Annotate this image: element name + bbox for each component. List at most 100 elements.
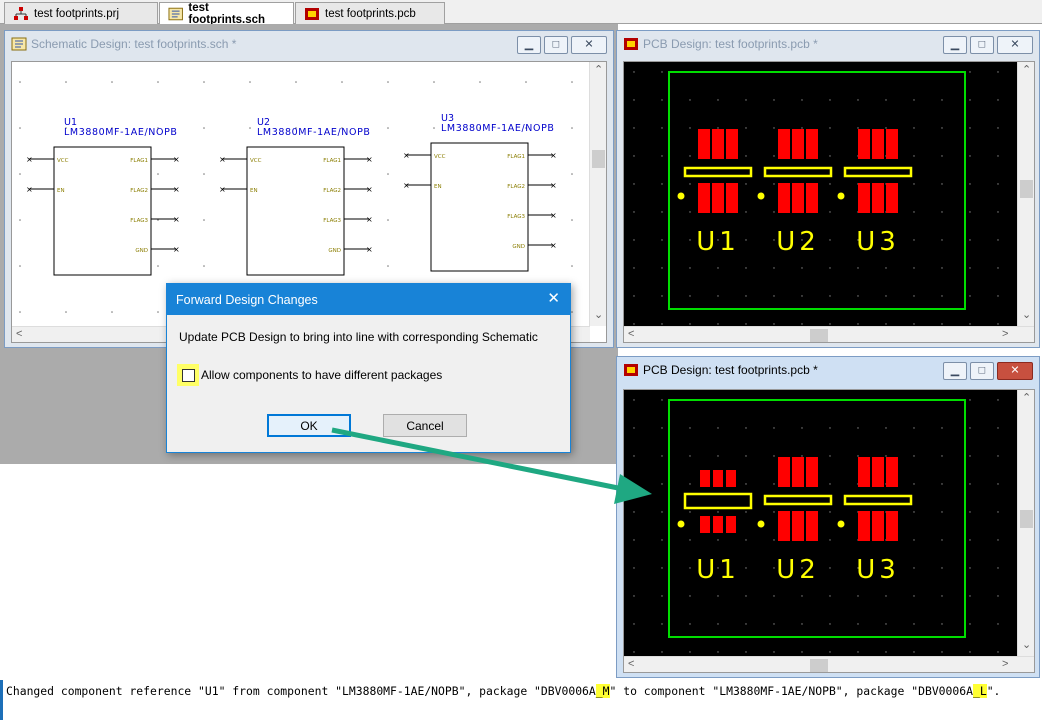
grid-dot [941,295,943,297]
grid-dot [801,99,803,101]
grid-dot [773,155,775,157]
grid-dot [661,295,663,297]
grid-dot [829,127,831,129]
grid-dot [913,427,915,429]
grid-dot [829,267,831,269]
cancel-button[interactable]: Cancel [383,414,467,437]
grid-dot [969,623,971,625]
grid-dot [65,311,67,313]
grid-dot [773,567,775,569]
vertical-scrollbar[interactable]: ⌃ ⌄ [589,62,606,326]
grid-dot [885,323,887,325]
grid-dot [111,311,113,313]
minimize-icon: ▁ [524,38,534,51]
smd-pad [886,457,898,487]
scroll-thumb[interactable] [1020,180,1033,198]
grid-dot [745,267,747,269]
grid-dot [829,239,831,241]
maximize-icon: □ [978,38,986,51]
close-button[interactable]: ✕ [997,36,1033,54]
tab-pcb[interactable]: test footprints.pcb [295,2,445,24]
grid-dot [633,567,635,569]
allow-different-packages-checkbox[interactable]: Allow components to have different packa… [177,364,442,386]
dialog-titlebar[interactable]: Forward Design Changes ✕ [167,284,570,315]
grid-dot [633,483,635,485]
grid-dot [571,127,573,129]
grid-dot [829,323,831,325]
vertical-scrollbar[interactable]: ⌃ ⌄ [1017,62,1034,326]
maximize-button[interactable]: □ [544,36,568,54]
scroll-thumb[interactable] [810,329,828,342]
grid-dot [249,81,251,83]
grid-dot [661,595,663,597]
footprint-ref-label: U3 [856,227,900,257]
grid-dot [857,623,859,625]
scroll-thumb[interactable] [1020,510,1033,528]
grid-dot [801,427,803,429]
grid-dot [857,267,859,269]
minimize-button[interactable]: ▁ [943,362,967,380]
grid-dot [633,539,635,541]
minimize-button[interactable]: ▁ [517,36,541,54]
maximize-button[interactable]: □ [970,36,994,54]
component-value: LM3880MF-1AE/NOPB [257,127,371,138]
tab-project[interactable]: test footprints.prj [4,2,158,24]
grid-dot [773,483,775,485]
grid-dot [773,323,775,325]
pin-name: EN [434,184,442,190]
smd-pad [886,511,898,541]
grid-dot [717,323,719,325]
grid-dot [969,455,971,457]
scroll-thumb[interactable] [592,150,605,168]
ok-button[interactable]: OK [267,414,351,437]
no-connect-mark: × [403,181,410,190]
checkbox-box[interactable] [181,368,195,382]
grid-dot [773,511,775,513]
tab-label: test footprints.pcb [325,7,416,20]
grid-dot [633,623,635,625]
grid-dot [913,483,915,485]
grid-dot [387,127,389,129]
grid-dot [745,295,747,297]
tab-schematic[interactable]: test footprints.sch [159,2,294,26]
pin1-marker [837,192,845,200]
grid-dot [433,127,435,129]
close-button[interactable]: ✕ [997,362,1033,380]
checkbox-label: Allow components to have different packa… [201,368,443,382]
horizontal-scrollbar[interactable]: < > [624,326,1034,342]
grid-dot [885,623,887,625]
grid-dot [801,623,803,625]
dialog-message: Update PCB Design to bring into line wit… [179,330,538,344]
maximize-button[interactable]: □ [970,362,994,380]
grid-dot [717,127,719,129]
pcb-canvas-bottom[interactable]: U1 U2 U3 ⌃ ⌄ < > [623,389,1035,673]
component-body [430,142,529,272]
vertical-scrollbar[interactable]: ⌃ ⌄ [1017,390,1034,656]
minimize-button[interactable]: ▁ [943,36,967,54]
pcb-window-bottom[interactable]: PCB Design: test footprints.pcb * ▁ □ ✕ … [616,356,1040,678]
grid-dot [969,71,971,73]
grid-dot [913,595,915,597]
grid-dot [997,455,999,457]
grid-dot [801,295,803,297]
grid-dot [249,127,251,129]
pcb-window-top[interactable]: PCB Design: test footprints.pcb * ▁ □ ✕ … [616,30,1040,348]
grid-dot [689,155,691,157]
pcb-canvas-top[interactable]: U1 U2 U3 ⌃ ⌄ < > [623,61,1035,343]
checkbox-highlight [177,364,199,386]
grid-dot [913,155,915,157]
close-icon[interactable]: ✕ [547,291,560,306]
close-button[interactable]: ✕ [571,36,607,54]
no-connect-mark: × [173,185,180,194]
scroll-down-icon: ⌄ [594,309,604,321]
pin1-marker [677,520,685,528]
scroll-thumb[interactable] [810,659,828,672]
forward-design-changes-dialog[interactable]: Forward Design Changes ✕ Update PCB Desi… [166,283,571,453]
footprint-u2: U2 [757,457,833,585]
pin-name: GND [135,248,148,254]
horizontal-scrollbar[interactable]: < > [624,656,1034,672]
app-root: test footprints.prj test footprints.sch … [0,0,1042,724]
footprint-ref-label: U3 [856,555,900,585]
grid-dot [157,81,159,83]
grid-dot [941,567,943,569]
